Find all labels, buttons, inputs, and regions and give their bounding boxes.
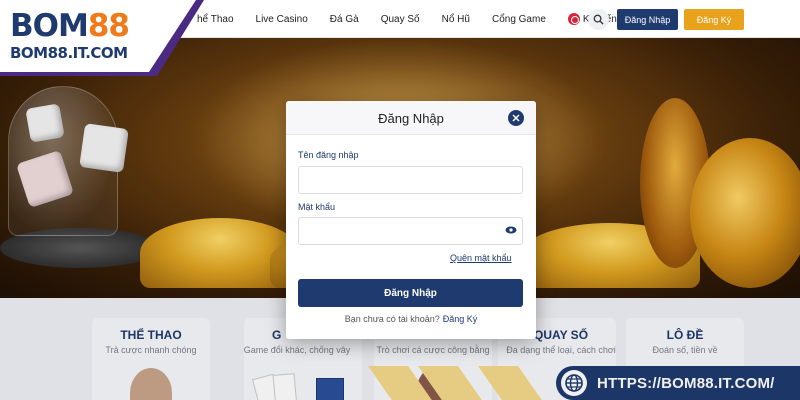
- search-button[interactable]: [588, 9, 609, 30]
- close-button[interactable]: [508, 110, 524, 126]
- nav-item-game-portal[interactable]: Cổng Game: [481, 14, 557, 25]
- main-nav: hể Thao Live Casino Đá Gà Quay Số Nổ Hũ …: [186, 0, 647, 38]
- nav-item-lottery[interactable]: Quay Số: [370, 14, 431, 25]
- username-label: Tên đăng nhập: [298, 150, 359, 160]
- register-button[interactable]: Đăng Ký: [684, 9, 744, 30]
- close-icon: [512, 114, 520, 122]
- submit-login-button[interactable]: Đăng Nhập: [298, 279, 523, 307]
- show-password-icon[interactable]: [505, 226, 517, 234]
- nav-item-slots[interactable]: Nổ Hũ: [431, 14, 481, 25]
- register-link[interactable]: Đăng Ký: [443, 314, 478, 324]
- modal-title: Đăng Nhập: [378, 111, 444, 126]
- logo-domain: BOM88.IT.COM: [10, 44, 128, 62]
- login-button[interactable]: Đăng Nhập: [617, 9, 678, 30]
- password-label: Mật khẩu: [298, 202, 336, 212]
- forgot-password-link[interactable]: Quên mật khẩu: [450, 253, 512, 263]
- no-account-row: Bạn chưa có tài khoản? Đăng Ký: [286, 314, 536, 324]
- search-icon: [593, 14, 604, 25]
- site-logo[interactable]: BOM88 BOM88.IT.COM: [0, 0, 204, 76]
- promotion-icon: [567, 13, 580, 25]
- modal-header: Đăng Nhập: [286, 101, 536, 135]
- no-account-text: Bạn chưa có tài khoản?: [344, 314, 440, 324]
- logo-wordmark: BOM88: [10, 8, 130, 44]
- nav-item-cockfight[interactable]: Đá Gà: [319, 14, 370, 25]
- nav-item-live-casino[interactable]: Live Casino: [245, 14, 319, 25]
- username-input[interactable]: [298, 166, 523, 194]
- password-input[interactable]: [298, 217, 523, 245]
- login-modal: Đăng Nhập Tên đăng nhập Mật khẩu Quên mậ…: [286, 101, 536, 339]
